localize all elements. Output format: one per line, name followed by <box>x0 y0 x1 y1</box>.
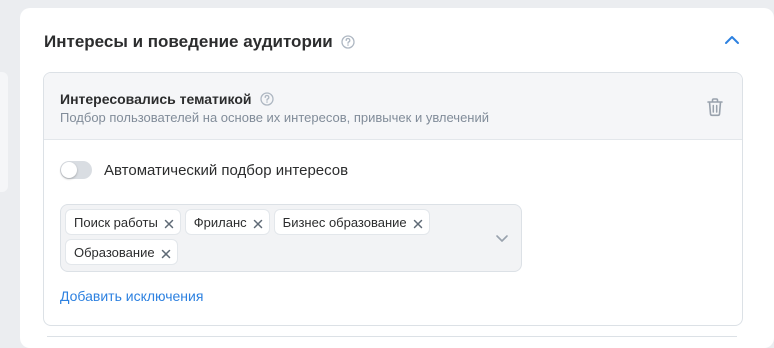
close-icon[interactable] <box>161 247 171 259</box>
trash-icon[interactable] <box>706 97 724 117</box>
interests-section: Интересовались тематикой Подбор пользова… <box>43 72 743 326</box>
chevron-down-icon[interactable] <box>495 231 509 245</box>
left-panel-edge <box>0 72 8 192</box>
help-circle-icon[interactable] <box>341 35 355 49</box>
close-icon[interactable] <box>413 217 423 229</box>
chevron-up-icon <box>725 36 739 44</box>
auto-interests-toggle-row: Автоматический подбор интересов <box>60 161 348 179</box>
interest-tag: Образование <box>65 239 178 265</box>
tag-list: Поиск работы Фриланс Бизнес образование <box>65 209 485 265</box>
toggle-knob <box>61 162 77 178</box>
card-header: Интересы и поведение аудитории <box>44 30 774 54</box>
tag-label: Образование <box>74 244 155 260</box>
section-header: Интересовались тематикой Подбор пользова… <box>44 73 742 140</box>
section-subtitle: Подбор пользователей на основе их интере… <box>60 110 490 125</box>
help-circle-icon[interactable] <box>259 92 274 106</box>
interest-tag: Поиск работы <box>65 209 181 235</box>
next-section-border <box>47 336 737 337</box>
interest-tag: Фриланс <box>184 209 270 235</box>
add-exclusions-link[interactable]: Добавить исключения <box>60 288 203 304</box>
tag-label: Фриланс <box>193 214 247 230</box>
close-icon[interactable] <box>253 217 263 229</box>
auto-interests-toggle[interactable] <box>60 161 92 179</box>
interest-tag: Бизнес образование <box>273 209 430 235</box>
section-title: Интересовались тематикой <box>60 91 252 107</box>
close-icon[interactable] <box>164 217 174 229</box>
tag-label: Поиск работы <box>74 214 158 230</box>
audience-interests-card: Интересы и поведение аудитории Интересов… <box>20 8 774 348</box>
interests-tag-input[interactable]: Поиск работы Фриланс Бизнес образование <box>60 204 522 272</box>
auto-interests-label: Автоматический подбор интересов <box>104 161 349 179</box>
tag-label: Бизнес образование <box>282 214 407 230</box>
collapse-button[interactable] <box>722 30 742 50</box>
card-title: Интересы и поведение аудитории <box>44 32 333 51</box>
section-title-row: Интересовались тематикой <box>60 91 274 107</box>
